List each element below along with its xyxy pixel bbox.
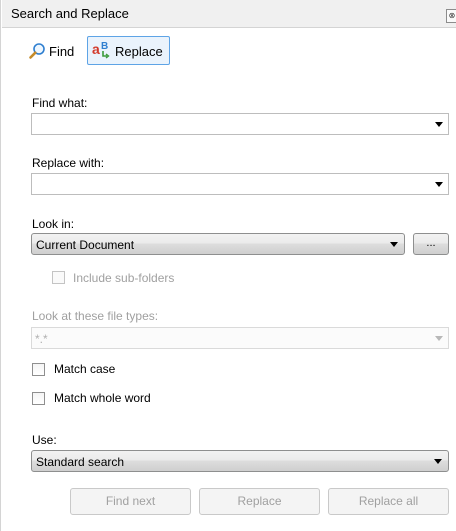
search-replace-panel: Search and Replace ⊗ Find a B Replace Fi… bbox=[0, 0, 456, 531]
file-types-label: Look at these file types: bbox=[32, 309, 159, 323]
replace-icon: a B bbox=[92, 41, 110, 59]
look-in-dropdown[interactable]: Current Document bbox=[31, 233, 405, 255]
include-subfolders-label: Include sub-folders bbox=[73, 271, 175, 285]
find-next-button[interactable]: Find next bbox=[70, 488, 191, 515]
file-types-combo[interactable]: *.* bbox=[31, 327, 449, 349]
replace-with-combo[interactable] bbox=[31, 173, 449, 195]
use-value: Standard search bbox=[36, 455, 125, 469]
window-title: Search and Replace bbox=[11, 6, 129, 21]
replace-button[interactable]: Replace bbox=[199, 488, 320, 515]
look-in-label: Look in: bbox=[32, 217, 75, 231]
tab-find-label: Find bbox=[49, 44, 75, 59]
magnifier-icon bbox=[29, 43, 45, 59]
file-types-value: *.* bbox=[35, 332, 48, 346]
chevron-down-icon bbox=[390, 242, 398, 247]
match-case-checkbox[interactable] bbox=[32, 363, 45, 376]
use-dropdown[interactable]: Standard search bbox=[31, 450, 449, 472]
chevron-down-icon bbox=[434, 459, 442, 464]
svg-text:a: a bbox=[92, 41, 100, 57]
chevron-down-icon[interactable] bbox=[435, 182, 443, 187]
use-label: Use: bbox=[32, 433, 57, 447]
include-subfolders-checkbox[interactable] bbox=[52, 271, 65, 284]
replace-all-button[interactable]: Replace all bbox=[328, 488, 449, 515]
find-what-label: Find what: bbox=[32, 96, 88, 110]
title-bar: Search and Replace ⊗ bbox=[2, 0, 456, 28]
svg-text:B: B bbox=[101, 41, 108, 52]
close-icon[interactable]: ⊗ bbox=[446, 9, 456, 23]
match-case-label[interactable]: Match case bbox=[54, 362, 115, 376]
chevron-down-icon[interactable] bbox=[435, 122, 443, 127]
look-in-value: Current Document bbox=[36, 238, 135, 252]
browse-button[interactable]: ... bbox=[413, 233, 449, 255]
match-whole-word-label[interactable]: Match whole word bbox=[54, 391, 151, 405]
tab-replace-label: Replace bbox=[115, 44, 163, 59]
replace-with-label: Replace with: bbox=[32, 156, 105, 170]
chevron-down-icon[interactable] bbox=[435, 336, 443, 341]
match-whole-word-checkbox[interactable] bbox=[32, 392, 45, 405]
find-what-combo[interactable] bbox=[31, 113, 449, 135]
